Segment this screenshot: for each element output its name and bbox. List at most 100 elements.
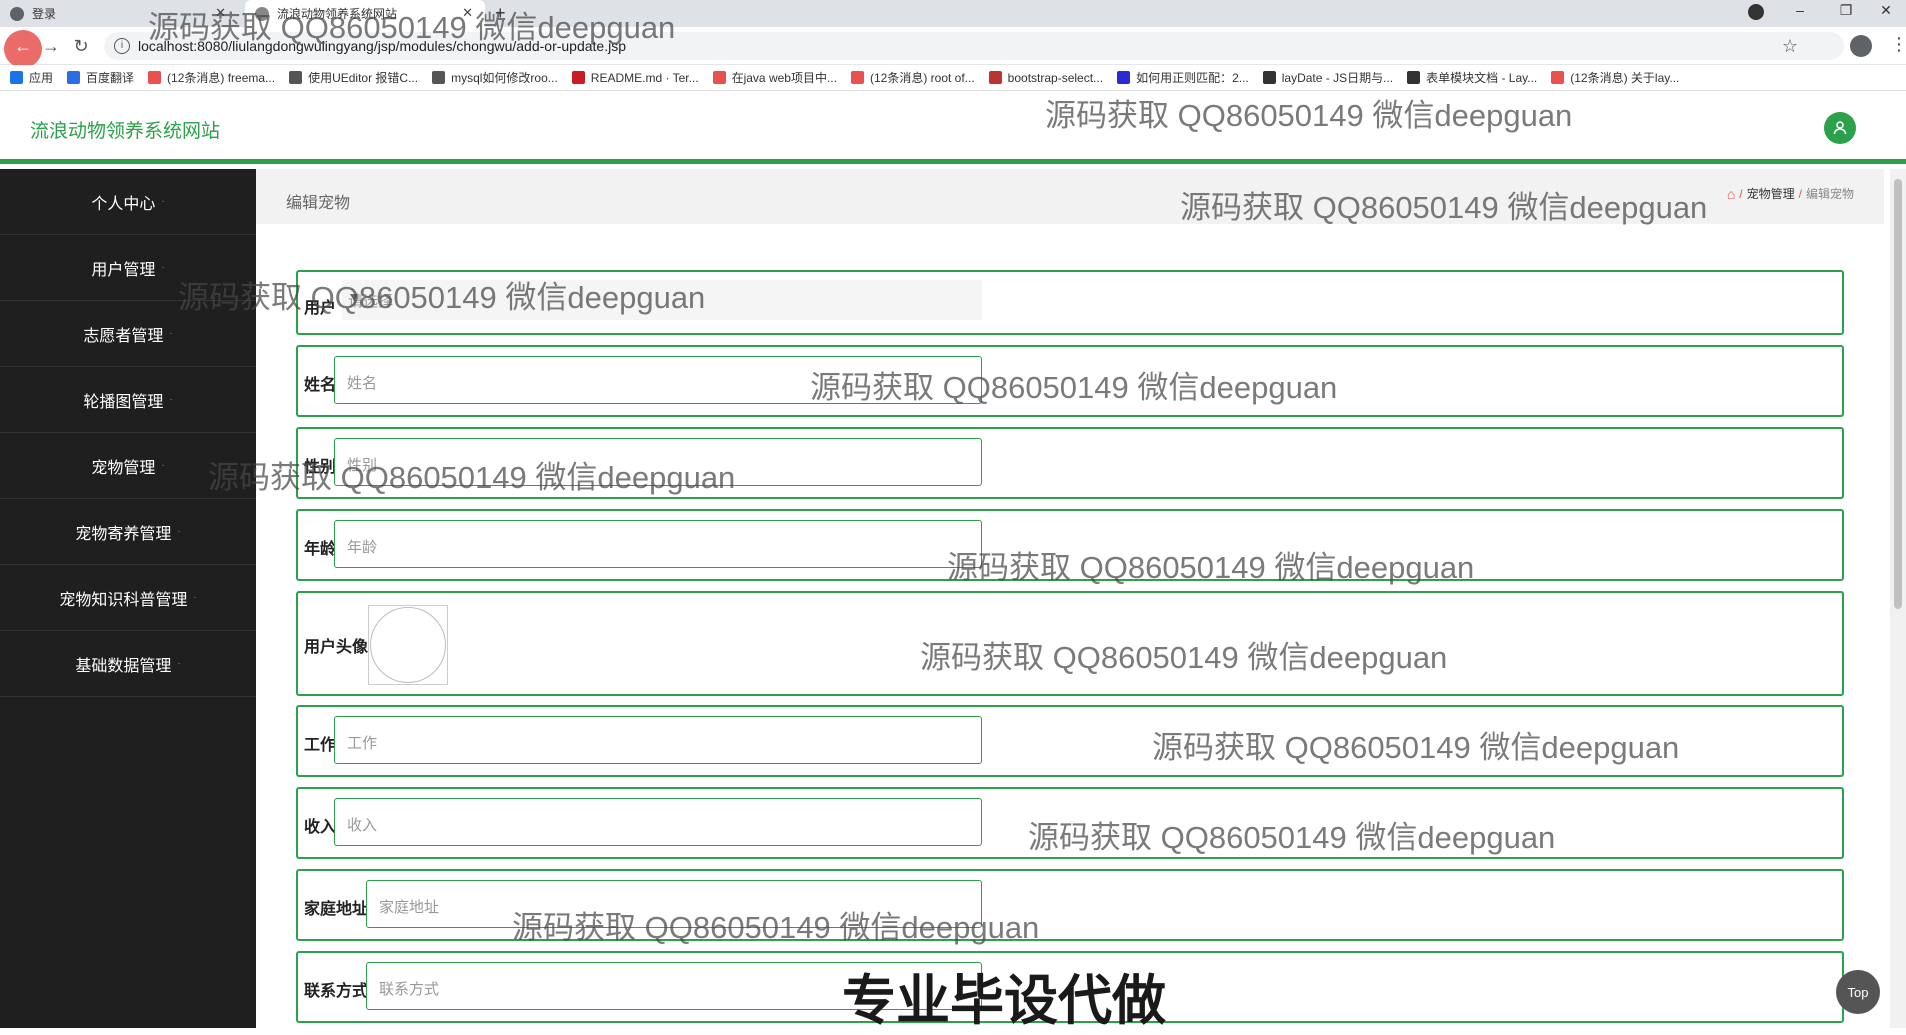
sidebar-item-label: 志愿者管理 <box>83 327 164 345</box>
breadcrumb-separator: / <box>1798 186 1802 201</box>
sidebar-item-label: 宠物寄养管理 <box>75 525 172 543</box>
bookmark-favicon-icon <box>148 71 162 84</box>
bookmark-favicon-icon <box>988 71 1002 84</box>
minimize-icon[interactable]: – <box>1780 2 1820 18</box>
close-icon[interactable]: ✕ <box>215 5 226 21</box>
user-select[interactable]: 请选择 ▼ <box>342 280 982 320</box>
name-placeholder: 姓名 <box>347 375 378 392</box>
bookmark-item[interactable]: 表单模块文档 - Lay... <box>1407 69 1537 86</box>
age-input[interactable]: 年龄 <box>334 520 982 568</box>
form-row-address: 家庭地址 家庭地址 <box>296 869 1844 941</box>
sidebar-item-volunteers[interactable]: 志愿者管理 · <box>0 301 256 367</box>
url-input[interactable]: i localhost:8080/liulangdongwulingyang/j… <box>104 32 1844 60</box>
bookmark-item[interactable]: 使用UEditor 报错C... <box>289 69 418 86</box>
address-input[interactable]: 家庭地址 <box>366 880 982 928</box>
sidebar-item-label: 轮播图管理 <box>83 393 164 411</box>
sidebar-item-pets[interactable]: 宠物管理 · <box>0 433 256 499</box>
bookmark-item[interactable]: 应用 <box>10 69 53 86</box>
url-text[interactable]: localhost:8080/liulangdongwulingyang/jsp… <box>138 38 626 54</box>
bookmarks-bar: 应用 百度翻译 (12条消息) freema... 使用UEditor 报错C... m… <box>0 65 1906 91</box>
address-bar-row: ← → ↻ i localhost:8080/liulangdongwuling… <box>0 27 1906 68</box>
new-tab-button[interactable]: + <box>495 3 506 24</box>
form-row-avatar: 用户头像 <box>296 591 1844 696</box>
close-window-icon[interactable]: ✕ <box>1866 2 1906 19</box>
bookmark-favicon-icon <box>289 71 303 84</box>
sidebar-item-label: 用户管理 <box>91 261 156 279</box>
reload-icon[interactable]: ↻ <box>70 35 92 57</box>
chrome-profile-icon[interactable] <box>1850 35 1872 57</box>
bookmark-item[interactable]: mysql如何修改roo... <box>432 69 558 86</box>
bookmark-favicon-icon <box>571 71 585 84</box>
bookmark-item[interactable]: 百度翻译 <box>67 69 134 86</box>
caret-down-icon: ▼ <box>348 290 360 304</box>
breadcrumb-bar: 编辑宠物 ⌂ / 宠物管理 / 编辑宠物 <box>256 169 1884 224</box>
site-title[interactable]: 流浪动物领养系统网站 <box>30 116 220 143</box>
globe-icon <box>255 6 269 21</box>
bookmark-item[interactable]: 在java web项目中... <box>712 69 837 86</box>
form-row-age: 年龄 年龄 <box>296 509 1844 581</box>
bookmark-favicon-icon <box>67 71 81 84</box>
breadcrumb: ⌂ / 宠物管理 / 编辑宠物 <box>1727 185 1854 202</box>
tab-login[interactable]: 登录 ✕ <box>10 0 238 27</box>
bookmark-item[interactable]: (12条消息) freema... <box>148 69 275 86</box>
bookmark-item[interactable]: layDate - JS日期与... <box>1262 69 1393 86</box>
close-icon[interactable]: ✕ <box>462 5 473 21</box>
job-placeholder: 工作 <box>347 735 378 752</box>
contact-label: 联系方式 <box>304 983 369 1000</box>
sidebar-item-pet-boarding[interactable]: 宠物寄养管理 · <box>0 499 256 565</box>
scrollbar-thumb[interactable] <box>1894 179 1902 609</box>
home-icon[interactable]: ⌂ <box>1727 186 1735 202</box>
income-input[interactable]: 收入 <box>334 798 982 846</box>
chevron-icon: · <box>177 526 181 537</box>
page-scrollbar[interactable] <box>1890 169 1906 1028</box>
bookmark-label: (12条消息) 关于lay... <box>1570 71 1680 85</box>
avatar-upload[interactable] <box>368 605 448 685</box>
sidebar-item-basic-data[interactable]: 基础数据管理 · <box>0 631 256 697</box>
sidebar-item-label: 个人中心 <box>91 195 156 213</box>
bookmark-item[interactable]: bootstrap-select... <box>988 70 1104 85</box>
profile-dropdown-icon[interactable] <box>1748 4 1764 20</box>
chevron-icon: · <box>193 592 197 603</box>
forward-arrow-icon[interactable]: → <box>40 35 62 57</box>
user-avatar-icon[interactable] <box>1824 112 1856 144</box>
info-icon[interactable]: i <box>114 38 130 54</box>
name-input[interactable]: 姓名 <box>334 356 982 404</box>
sidebar: 个人中心 · 用户管理 · 志愿者管理 · 轮播图管理 · 宠物管理 · 宠物寄养管理 · … <box>0 169 256 1028</box>
restore-icon[interactable]: ❐ <box>1826 2 1866 19</box>
back-arrow-icon[interactable]: ← <box>12 35 34 57</box>
back-to-top-button[interactable]: Top <box>1836 970 1880 1014</box>
tab-title: 登录 <box>32 7 57 21</box>
bookmark-item[interactable]: (12条消息) 关于lay... <box>1551 69 1679 86</box>
bookmark-label: bootstrap-select... <box>1007 70 1104 85</box>
sidebar-item-personal-center[interactable]: 个人中心 · <box>0 169 256 235</box>
name-label: 姓名 <box>304 377 337 394</box>
bookmark-label: 表单模块文档 - Lay... <box>1426 71 1538 85</box>
menu-kebab-icon[interactable]: ⋮ <box>1890 34 1906 55</box>
sidebar-item-label: 宠物管理 <box>91 459 156 477</box>
form-row-user: 用户 请选择 ▼ <box>296 270 1844 335</box>
sidebar-item-users[interactable]: 用户管理 · <box>0 235 256 301</box>
bookmark-favicon-icon <box>850 71 864 84</box>
bookmark-label: 使用UEditor 报错C... <box>308 71 419 85</box>
tab-active-site[interactable]: 流浪动物领养系统网站 ✕ <box>245 0 485 27</box>
gender-label: 性别 <box>304 459 337 476</box>
chevron-icon: · <box>177 658 181 669</box>
bookmark-label: 应用 <box>29 71 54 85</box>
bookmark-item[interactable]: README.md · Ter... <box>571 71 699 85</box>
chevron-icon: · <box>169 394 173 405</box>
bookmark-item[interactable]: 如何用正则匹配：2... <box>1117 69 1249 86</box>
bookmark-label: (12条消息) root of... <box>869 71 975 85</box>
job-input[interactable]: 工作 <box>334 716 982 764</box>
sidebar-item-carousel[interactable]: 轮播图管理 · <box>0 367 256 433</box>
bookmark-item[interactable]: (12条消息) root of... <box>850 69 975 86</box>
form-row-income: 收入 收入 <box>296 787 1844 859</box>
chevron-icon: · <box>161 262 165 273</box>
breadcrumb-item[interactable]: 宠物管理 <box>1747 185 1795 202</box>
gender-input[interactable]: 性别 <box>334 438 982 486</box>
age-label: 年龄 <box>304 541 337 558</box>
sidebar-item-pet-knowledge[interactable]: 宠物知识科普管理 · <box>0 565 256 631</box>
bookmark-label: 在java web项目中... <box>731 71 837 85</box>
bookmark-star-icon[interactable]: ☆ <box>1782 36 1798 57</box>
address-label: 家庭地址 <box>304 901 369 918</box>
bookmark-favicon-icon <box>432 71 446 84</box>
